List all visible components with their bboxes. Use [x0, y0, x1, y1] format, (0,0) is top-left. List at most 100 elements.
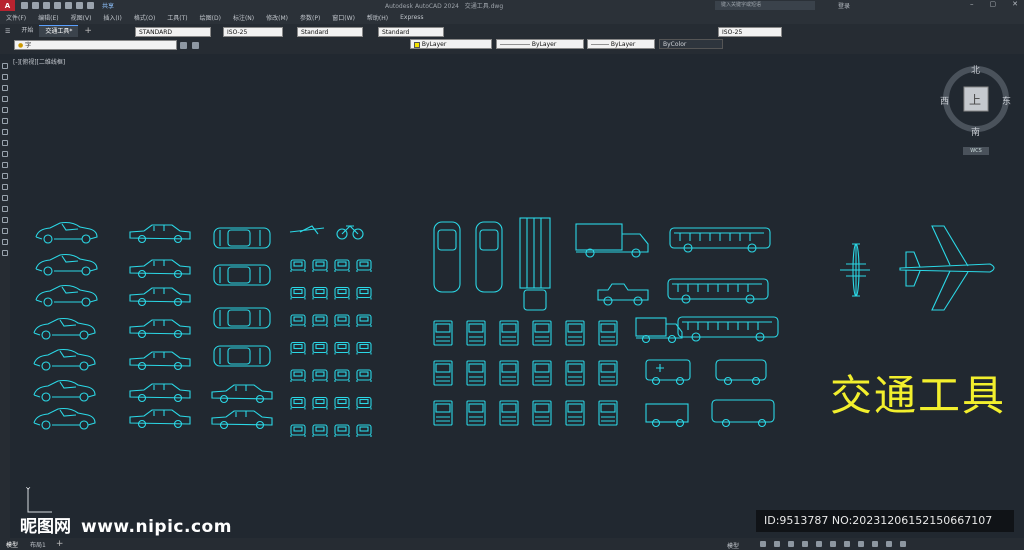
cargo-van [645, 403, 689, 423]
isolate-icon[interactable] [872, 541, 878, 547]
autocad-window: A 共享 Autodesk AutoCAD 2024 交通工具.dwg 键入关键… [0, 0, 1024, 550]
vehicle-front-view [466, 320, 486, 346]
sedan [129, 224, 191, 244]
small-car [334, 314, 350, 328]
osnap-icon[interactable] [816, 541, 822, 547]
city-bus [667, 278, 769, 304]
vehicle-front-view [598, 320, 618, 346]
vehicle-front-view [532, 400, 552, 426]
vehicle-front-view [532, 320, 552, 346]
drawing-canvas[interactable] [0, 0, 1024, 550]
status-bar: 模型 布局1 + 模型 [0, 538, 1024, 550]
small-car [290, 259, 306, 273]
sports-car-column [33, 221, 98, 430]
sports-car [35, 253, 98, 276]
small-car [334, 341, 350, 356]
small-car [312, 341, 328, 356]
small-car [290, 341, 306, 356]
top-view-car-column [211, 227, 273, 430]
propeller-plane [840, 243, 870, 297]
sedan-column [129, 224, 191, 429]
bike-row [289, 225, 364, 240]
small-car [312, 424, 328, 438]
grid-icon[interactable] [760, 541, 766, 547]
sedan [129, 409, 191, 429]
vehicle-front-view [466, 400, 486, 426]
fullscreen-icon[interactable] [886, 541, 892, 547]
ucs-y-label: Y [26, 486, 31, 494]
small-car [312, 259, 328, 273]
small-car [334, 286, 350, 301]
sedan [129, 287, 191, 307]
small-car [356, 341, 372, 356]
snap-icon[interactable] [774, 541, 780, 547]
polar-icon[interactable] [802, 541, 808, 547]
sports-car [33, 379, 96, 402]
lineweight-icon[interactable] [830, 541, 836, 547]
sports-car [33, 348, 96, 371]
vehicle-front-grid [433, 320, 618, 426]
vehicle-front-view [598, 400, 618, 426]
model-space-button[interactable]: 模型 [727, 541, 739, 550]
compass-east[interactable]: 东 [1002, 94, 1011, 107]
viewcube-face-top[interactable]: 上 [969, 91, 981, 108]
small-car [356, 314, 372, 328]
sports-car [33, 407, 96, 430]
sedan [129, 383, 191, 403]
ambulance [645, 359, 691, 381]
rv-group [645, 359, 775, 428]
sedan [129, 319, 191, 339]
vehicle-front-view [433, 400, 453, 426]
vehicle-front-view [433, 360, 453, 386]
small-car [290, 369, 306, 383]
small-car [290, 286, 306, 301]
sports-car [35, 221, 98, 244]
small-car [356, 259, 372, 273]
truck-side-group [575, 223, 683, 344]
small-car-grid [290, 259, 372, 438]
small-car [334, 259, 350, 273]
status-toggles [760, 541, 906, 547]
sedan [211, 384, 273, 404]
sports-car [35, 284, 98, 307]
compass-north[interactable]: 北 [971, 63, 980, 76]
vehicle-front-view [499, 320, 519, 346]
tab-layout1[interactable]: 布局1 [24, 540, 52, 549]
customize-icon[interactable] [900, 541, 906, 547]
small-car [312, 396, 328, 411]
watermark-site: 昵图网 [20, 517, 71, 537]
add-layout-icon[interactable]: + [56, 539, 64, 549]
small-car [290, 424, 306, 438]
car-top-view [213, 307, 271, 329]
wcs-menu[interactable]: WCS [963, 147, 989, 155]
drawing-title-text: 交通工具 [830, 371, 1007, 420]
truck-top-view [519, 217, 551, 289]
car-top-view [213, 345, 271, 367]
watermark: 昵图网 www.nipic.com [20, 512, 232, 537]
ortho-icon[interactable] [788, 541, 794, 547]
image-id-label: ID:9513787 NO:20231206152150667107 [756, 510, 1014, 532]
vehicle-front-view [499, 360, 519, 386]
small-car [356, 369, 372, 383]
vehicle-front-view [466, 360, 486, 386]
school-bus [677, 316, 779, 342]
small-car [334, 396, 350, 411]
annotation-scale-icon[interactable] [844, 541, 850, 547]
vehicle-front-view [433, 320, 453, 346]
compass-south[interactable]: 南 [971, 125, 980, 138]
vehicle-front-view [565, 360, 585, 386]
vehicle-front-view [598, 360, 618, 386]
sedan [129, 351, 191, 371]
compass-west[interactable]: 西 [940, 94, 949, 107]
sports-car [33, 317, 96, 340]
vehicle-front-view [565, 400, 585, 426]
vehicle-front-view [499, 400, 519, 426]
small-car [356, 424, 372, 438]
tab-model[interactable]: 模型 [0, 540, 24, 549]
sedan [211, 410, 273, 430]
coach-bus [669, 227, 771, 253]
camper-van [715, 359, 767, 381]
car-top-view [213, 227, 271, 249]
workspace-icon[interactable] [858, 541, 864, 547]
small-car [312, 286, 328, 301]
